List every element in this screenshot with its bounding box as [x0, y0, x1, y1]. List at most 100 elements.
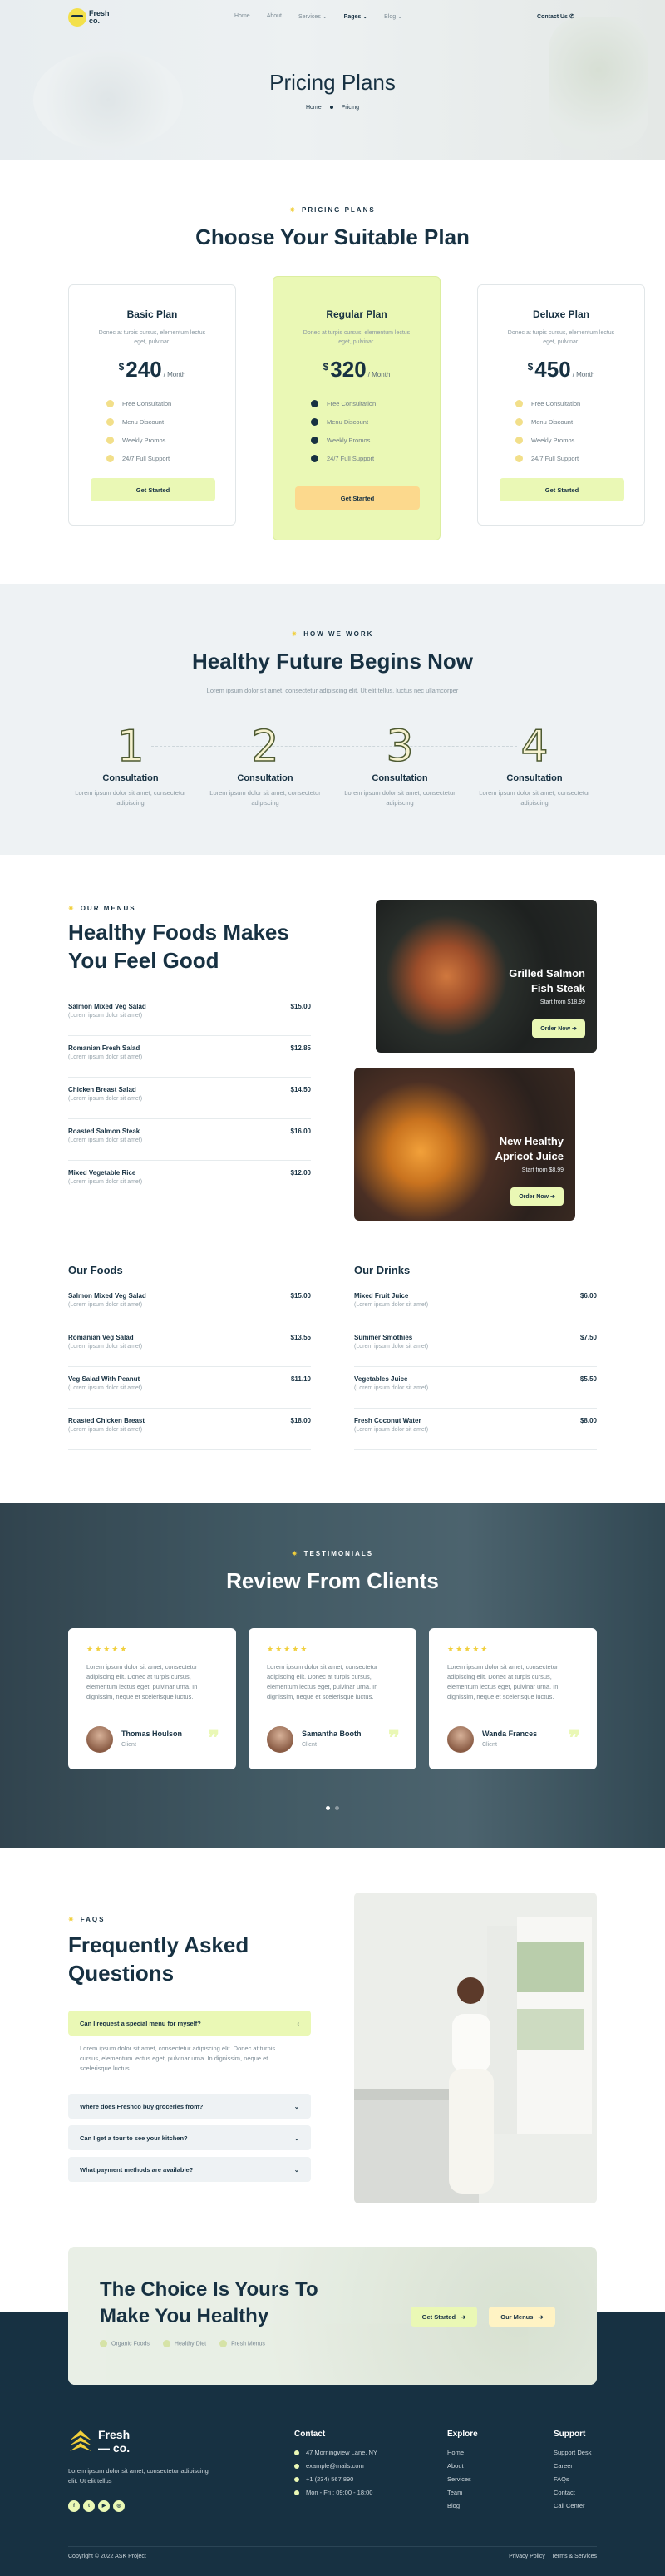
step-number: 3 — [386, 722, 415, 772]
faq-title: Frequently Asked Questions — [68, 1932, 249, 1986]
promo-card-juice[interactable]: New Healthy Apricot Juice Start from $8.9… — [354, 1068, 575, 1221]
pricing-cards: Basic Plan Donec at turpis cursus, eleme… — [68, 276, 645, 540]
faq-question[interactable]: Can I get a tour to see your kitchen? ⌄ — [68, 2125, 311, 2150]
faq-question[interactable]: Can I request a special menu for myself?… — [68, 2011, 311, 2036]
facebook-icon[interactable]: f — [68, 2500, 80, 2512]
footer-support-list: Support Desk Career FAQs Contact Call Ce… — [554, 2446, 591, 2513]
breadcrumb-home[interactable]: Home — [306, 105, 322, 111]
testimonial-role: Client — [121, 1742, 136, 1748]
testimonials-kicker-text: TESTIMONIALS — [303, 1550, 374, 1557]
rating-stars: ★★★★★ — [267, 1645, 309, 1653]
instagram-icon[interactable]: ◎ — [113, 2500, 125, 2512]
twitter-icon[interactable]: t — [83, 2500, 95, 2512]
footer-link[interactable]: FAQs — [554, 2473, 591, 2486]
plan-feature: Free Consultation — [311, 394, 402, 412]
food-item[interactable]: Romanian Veg Salad $13.55 (Lorem ipsum dol… — [68, 1325, 311, 1367]
cta-feature-text: Healthy Diet — [174, 2341, 207, 2347]
testimonial-card: ★★★★★ Lorem ipsum dolor sit amet, consec… — [249, 1628, 416, 1769]
food-item[interactable]: Veg Salad With Peanut $11.10 (Lorem ipsum … — [68, 1367, 311, 1409]
privacy-link[interactable]: Privacy Policy — [509, 2554, 545, 2559]
nav-item-home[interactable]: Home — [234, 13, 250, 20]
cta-feature-text: Fresh Menus — [231, 2341, 265, 2347]
address-text: 47 Morningview Lane, NY — [306, 2449, 377, 2456]
faq-image — [354, 1893, 597, 2203]
youtube-icon[interactable]: ▶ — [98, 2500, 110, 2512]
faq-question[interactable]: Where does Freshco buy groceries from? ⌄ — [68, 2094, 311, 2119]
faq-section: ✷ FAQS Frequently Asked Questions Can I r… — [0, 1848, 665, 2247]
contact-us-button[interactable]: Contact Us ✆ — [537, 13, 574, 20]
drink-item[interactable]: Summer Smothies $7.50 (Lorem ipsum dolor s… — [354, 1325, 597, 1367]
cta-get-started-button[interactable]: Get Started ➔ — [411, 2307, 477, 2327]
step-title: Consultation — [102, 773, 159, 783]
step-item: 2 Consultation Lorem ipsum dolor sit amet,… — [203, 722, 328, 808]
phone[interactable]: +1 (234) 567 890 — [294, 2473, 377, 2486]
nav-item-services[interactable]: Services ⌄ — [298, 13, 328, 20]
plan-feature-text: Weekly Promos — [327, 436, 371, 444]
menu-item[interactable]: Romanian Fresh Salad $12.85 (Lorem ipsum d… — [68, 1036, 311, 1078]
footer-link[interactable]: Blog — [447, 2500, 471, 2513]
carousel-dot[interactable] — [326, 1806, 330, 1810]
drink-item[interactable]: Mixed Fruit Juice $6.00 (Lorem ipsum dolor… — [354, 1284, 597, 1325]
check-icon — [162, 2340, 170, 2347]
get-started-button[interactable]: Get Started — [295, 486, 420, 510]
carousel-dot[interactable] — [335, 1806, 339, 1810]
drink-item-sub: (Lorem ipsum dolor sit amet) — [354, 1427, 429, 1433]
footer-link[interactable]: Home — [447, 2446, 471, 2460]
order-now-button[interactable]: Order Now ➔ — [510, 1187, 564, 1206]
testimonial-name: Wanda Frances — [482, 1730, 538, 1738]
page-title: Pricing Plans — [269, 70, 396, 95]
footer-link[interactable]: Services — [447, 2473, 471, 2486]
drinks-list: Mixed Fruit Juice $6.00 (Lorem ipsum dolor… — [354, 1284, 597, 1450]
chevron-down-icon: ⌄ — [397, 14, 402, 20]
nav-item-about[interactable]: About — [267, 13, 282, 20]
drink-item[interactable]: Fresh Coconut Water $8.00 (Lorem ipsum dol… — [354, 1409, 597, 1450]
footer-contact-list: 47 Morningview Lane, NY example@mails.co… — [294, 2446, 377, 2500]
check-icon — [311, 436, 318, 444]
check-icon — [106, 399, 114, 407]
menu-item[interactable]: Mixed Vegetable Rice $12.00 (Lorem ipsum d… — [68, 1161, 311, 1202]
email[interactable]: example@mails.com — [294, 2460, 377, 2473]
order-now-button[interactable]: Order Now ➔ — [532, 1019, 585, 1038]
menu-item[interactable]: Salmon Mixed Veg Salad $15.00 (Lorem ipsum… — [68, 994, 311, 1036]
step-desc: Lorem ipsum dolor sit amet, consectetur … — [75, 789, 186, 807]
nav-item-pages[interactable]: Pages ⌄ — [344, 13, 367, 20]
chevron-down-icon: ⌄ — [293, 2102, 299, 2110]
footer-logo[interactable]: Fresh — co. — [68, 2428, 130, 2455]
step-item: 4 Consultation Lorem ipsum dolor sit amet,… — [472, 724, 597, 808]
food-item-name: Salmon Mixed Veg Salad — [68, 1292, 146, 1300]
menu-item[interactable]: Roasted Salmon Steak $16.00 (Lorem ipsum d… — [68, 1119, 311, 1161]
footer-link[interactable]: Team — [447, 2486, 471, 2500]
plan-desc: Donec at turpis cursus, elementum lectus… — [303, 330, 411, 345]
get-started-button[interactable]: Get Started — [91, 478, 215, 501]
menu-item-price: $12.00 — [290, 1169, 311, 1177]
testimonial-card: ★★★★★ Lorem ipsum dolor sit amet, consec… — [68, 1628, 236, 1769]
food-item[interactable]: Roasted Chicken Breast $18.00 (Lorem ipsum… — [68, 1409, 311, 1450]
promo-card-salmon[interactable]: Grilled Salmon Fish Steak Start from $18.… — [376, 900, 597, 1053]
step-title: Consultation — [372, 773, 428, 783]
check-icon — [311, 417, 318, 426]
hours: Mon - Fri : 09:00 - 18:00 — [294, 2486, 377, 2500]
footer-link[interactable]: About — [447, 2460, 471, 2473]
step-title: Consultation — [506, 773, 563, 783]
terms-link[interactable]: Terms & Services — [552, 2554, 597, 2559]
step-number: 2 — [251, 722, 280, 772]
nav-item-pages-label: Pages — [343, 14, 362, 20]
star-icon: ✷ — [289, 206, 298, 214]
cta-our-menus-button[interactable]: Our Menus ➔ — [489, 2307, 555, 2327]
drink-item[interactable]: Vegetables Juice $5.50 (Lorem ipsum dolor … — [354, 1367, 597, 1409]
footer-link[interactable]: Call Center — [554, 2500, 591, 2513]
plan-feature-text: 24/7 Full Support — [327, 454, 375, 462]
footer-link[interactable]: Contact — [554, 2486, 591, 2500]
faq-question-text: Where does Freshco buy groceries from? — [80, 2102, 204, 2110]
faq-question-text: What payment methods are available? — [80, 2165, 194, 2174]
menu-item[interactable]: Chicken Breast Salad $14.50 (Lorem ipsum d… — [68, 1078, 311, 1119]
footer-link[interactable]: Support Desk — [554, 2446, 591, 2460]
nav-item-blog-label: Blog — [384, 14, 397, 20]
footer-link[interactable]: Career — [554, 2460, 591, 2473]
faq-question[interactable]: What payment methods are available? ⌄ — [68, 2157, 311, 2182]
food-item[interactable]: Salmon Mixed Veg Salad $15.00 (Lorem ipsum… — [68, 1284, 311, 1325]
get-started-button[interactable]: Get Started — [500, 478, 624, 501]
menu-item-price: $14.50 — [290, 1086, 311, 1093]
logo[interactable]: Fresh co. — [68, 8, 110, 27]
nav-item-blog[interactable]: Blog ⌄ — [384, 13, 402, 20]
